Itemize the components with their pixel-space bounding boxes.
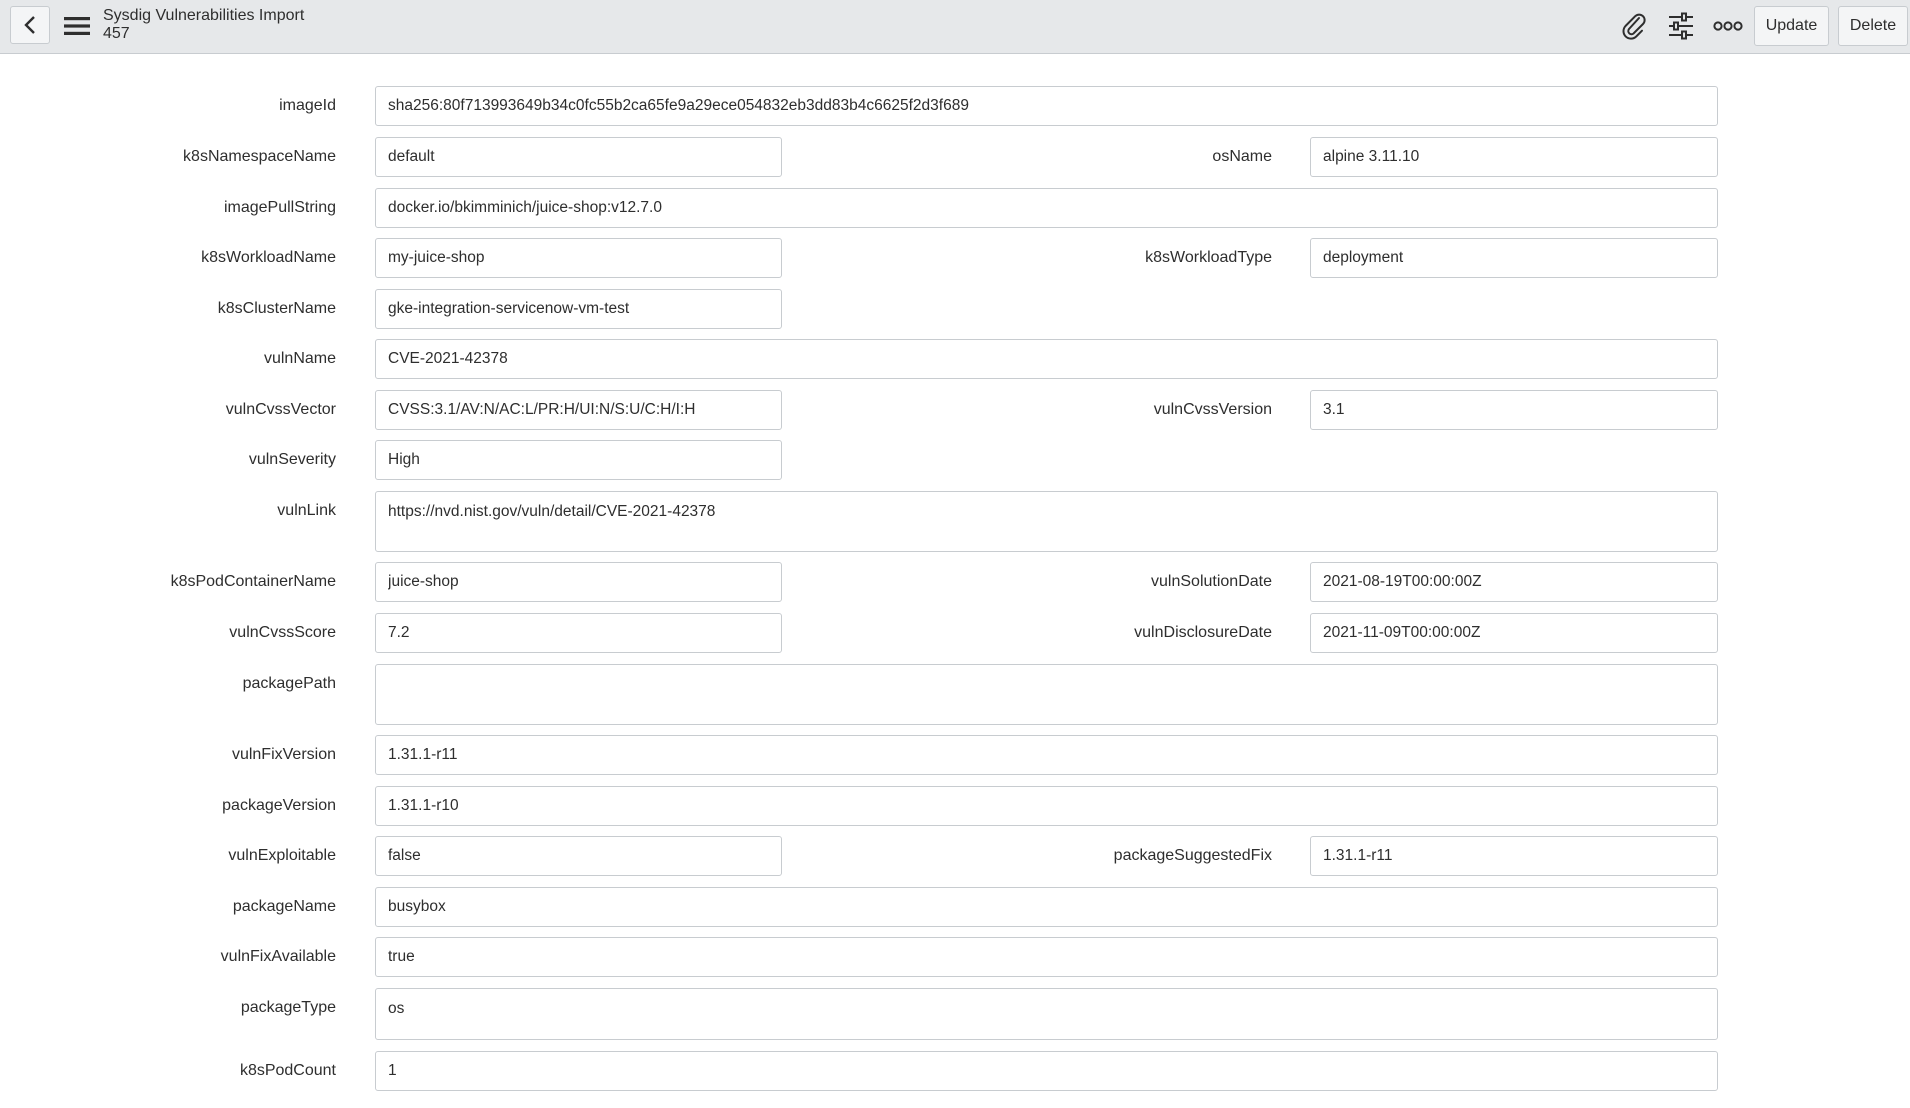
menu-button[interactable] bbox=[62, 12, 92, 40]
vulnExploitable-field[interactable] bbox=[375, 836, 782, 876]
vulnCvssScore-field[interactable] bbox=[375, 613, 782, 653]
vulnExploitable-label: vulnExploitable bbox=[228, 847, 336, 864]
k8sPodCount-label: k8sPodCount bbox=[239, 1062, 336, 1079]
hamburger-menu-icon bbox=[64, 17, 90, 35]
packagePath-label: packagePath bbox=[242, 675, 336, 692]
vulnFixAvailable-field[interactable] bbox=[375, 937, 1718, 977]
chevron-left-icon bbox=[24, 16, 35, 34]
update-button[interactable]: Update bbox=[1754, 6, 1829, 46]
packageSuggestedFix-label: packageSuggestedFix bbox=[1113, 847, 1272, 864]
imageId-label: imageId bbox=[279, 97, 336, 114]
packageName-label: packageName bbox=[232, 898, 336, 915]
k8sWorkloadType-label: k8sWorkloadType bbox=[1145, 249, 1272, 266]
paperclip-icon bbox=[1622, 13, 1646, 40]
personalize-form-button[interactable] bbox=[1664, 10, 1698, 42]
k8sNamespaceName-field[interactable] bbox=[375, 137, 782, 177]
record-title-block: Sysdig Vulnerabilities Import 457 bbox=[103, 7, 304, 43]
packageType-field[interactable]: os bbox=[375, 988, 1718, 1040]
osName-field[interactable] bbox=[1310, 137, 1718, 177]
vulnSeverity-label: vulnSeverity bbox=[248, 451, 336, 468]
vulnSeverity-field[interactable] bbox=[375, 440, 782, 480]
vulnLink-field[interactable]: https://nvd.nist.gov/vuln/detail/CVE-202… bbox=[375, 491, 1718, 552]
sliders-icon bbox=[1669, 12, 1693, 40]
more-options-button[interactable] bbox=[1711, 10, 1745, 42]
vulnCvssVersion-label: vulnCvssVersion bbox=[1153, 401, 1272, 418]
more-options-icon bbox=[1713, 21, 1743, 31]
packageSuggestedFix-field[interactable] bbox=[1310, 836, 1718, 876]
vulnCvssVersion-field[interactable] bbox=[1310, 390, 1718, 430]
osName-label: osName bbox=[1212, 148, 1272, 165]
vulnName-label: vulnName bbox=[263, 350, 336, 367]
vulnSolutionDate-label: vulnSolutionDate bbox=[1151, 573, 1272, 590]
packageVersion-label: packageVersion bbox=[222, 797, 336, 814]
k8sClusterName-label: k8sClusterName bbox=[217, 300, 336, 317]
vulnFixVersion-label: vulnFixVersion bbox=[231, 746, 336, 763]
vulnCvssScore-label: vulnCvssScore bbox=[229, 624, 336, 641]
packagePath-field[interactable] bbox=[375, 664, 1718, 725]
vulnDisclosureDate-label: vulnDisclosureDate bbox=[1134, 624, 1272, 641]
k8sWorkloadType-field[interactable] bbox=[1310, 238, 1718, 278]
record-number: 457 bbox=[103, 25, 130, 42]
attachment-button[interactable] bbox=[1617, 10, 1651, 42]
k8sClusterName-field[interactable] bbox=[375, 289, 782, 329]
vulnFixAvailable-label: vulnFixAvailable bbox=[220, 948, 336, 965]
packageName-field[interactable] bbox=[375, 887, 1718, 927]
k8sWorkloadName-field[interactable] bbox=[375, 238, 782, 278]
imagePullString-label: imagePullString bbox=[223, 199, 336, 216]
delete-button[interactable]: Delete bbox=[1838, 6, 1908, 46]
k8sNamespaceName-label: k8sNamespaceName bbox=[183, 148, 336, 165]
k8sWorkloadName-label: k8sWorkloadName bbox=[201, 249, 336, 266]
vulnDisclosureDate-field[interactable] bbox=[1310, 613, 1718, 653]
record-form: imageId k8sNamespaceName osName imagePul… bbox=[0, 55, 1910, 1108]
vulnSolutionDate-field[interactable] bbox=[1310, 562, 1718, 602]
k8sPodContainerName-field[interactable] bbox=[375, 562, 782, 602]
vulnName-field[interactable] bbox=[375, 339, 1718, 379]
k8sPodContainerName-label: k8sPodContainerName bbox=[170, 573, 336, 590]
vulnFixVersion-field[interactable] bbox=[375, 735, 1718, 775]
vulnLink-label: vulnLink bbox=[277, 502, 336, 519]
imagePullString-field[interactable] bbox=[375, 188, 1718, 228]
packageType-label: packageType bbox=[240, 999, 336, 1016]
k8sPodCount-field[interactable] bbox=[375, 1051, 1718, 1091]
imageId-field[interactable] bbox=[375, 86, 1718, 126]
vulnCvssVector-field[interactable] bbox=[375, 390, 782, 430]
packageVersion-field[interactable] bbox=[375, 786, 1718, 826]
back-button[interactable] bbox=[10, 6, 50, 44]
record-title: Sysdig Vulnerabilities Import bbox=[103, 7, 305, 24]
vulnCvssVector-label: vulnCvssVector bbox=[225, 401, 336, 418]
form-header: Sysdig Vulnerabilities Import 457 Update… bbox=[0, 0, 1910, 54]
